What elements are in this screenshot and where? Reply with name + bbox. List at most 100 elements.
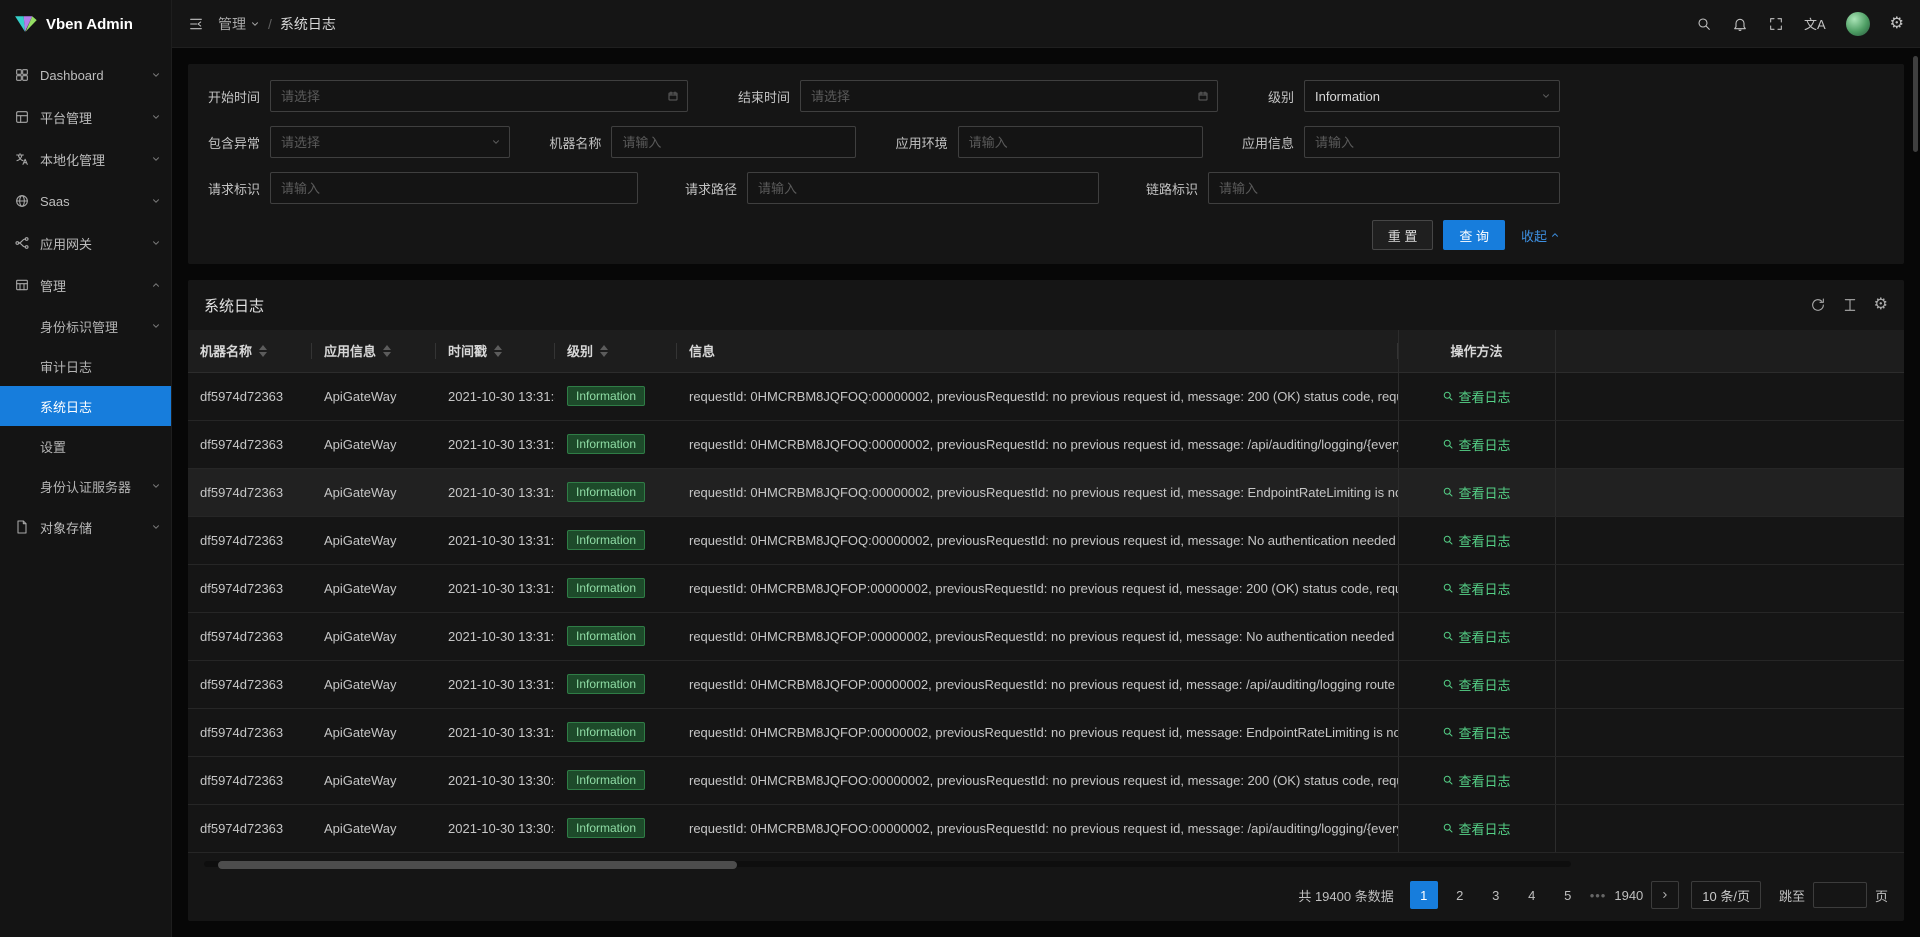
pagination-ellipsis[interactable]: ••• — [1590, 888, 1607, 903]
view-log-link[interactable]: 查看日志 — [1442, 435, 1510, 454]
next-page-button[interactable] — [1651, 881, 1679, 909]
sidebar-item-system-logs[interactable]: 系统日志 — [0, 386, 171, 426]
page-3[interactable]: 3 — [1482, 881, 1510, 909]
end-time-input[interactable] — [801, 89, 1217, 104]
cell-timestamp: 2021-10-30 13:31:36 — [436, 612, 555, 660]
level-tag: Information — [567, 386, 645, 406]
field-label: 链路标识 — [1146, 179, 1198, 198]
view-log-link[interactable]: 查看日志 — [1442, 579, 1510, 598]
cell-actions: 查看日志 — [1398, 420, 1555, 468]
sidebar-menu: Dashboard 平台管理 本地化管理 — [0, 48, 171, 548]
view-log-link[interactable]: 查看日志 — [1442, 819, 1510, 838]
cell-timestamp: 2021-10-30 13:31:36 — [436, 708, 555, 756]
cell-timestamp: 2021-10-30 13:31:38 — [436, 468, 555, 516]
view-log-link[interactable]: 查看日志 — [1442, 531, 1510, 550]
cell-message: requestId: 0HMCRBM8JQFOO:00000002, previ… — [677, 756, 1398, 804]
cell-level: Information — [555, 756, 677, 804]
breadcrumb: 管理 / 系统日志 — [218, 14, 336, 34]
sidebar-item-platform[interactable]: 平台管理 — [0, 96, 171, 138]
chevron-down-icon — [151, 481, 161, 491]
gear-icon[interactable]: ⚙ — [1890, 16, 1904, 32]
include-exception-select[interactable] — [271, 135, 509, 150]
cell-timestamp: 2021-10-30 13:31:38 — [436, 372, 555, 420]
app-info-input[interactable] — [1305, 135, 1559, 150]
chevron-down-icon — [151, 70, 161, 80]
page-1[interactable]: 1 — [1410, 881, 1438, 909]
search-button[interactable]: 查 询 — [1443, 220, 1505, 250]
table-filler-cell — [1555, 612, 1904, 660]
page-4[interactable]: 4 — [1518, 881, 1546, 909]
language-icon[interactable]: 文A — [1804, 14, 1826, 33]
breadcrumb-management[interactable]: 管理 — [218, 14, 260, 34]
chevron-down-icon — [151, 522, 161, 532]
notification-bell-icon[interactable] — [1732, 16, 1748, 32]
trace-id-input[interactable] — [1209, 181, 1559, 196]
magnifier-icon — [1442, 630, 1454, 642]
horizontal-scrollbar-thumb[interactable] — [218, 861, 737, 869]
start-time-input[interactable] — [271, 89, 687, 104]
view-log-link[interactable]: 查看日志 — [1442, 675, 1510, 694]
sidebar-item-settings[interactable]: 设置 — [0, 426, 171, 466]
sidebar-item-object-storage[interactable]: 对象存储 — [0, 506, 171, 548]
collapse-toggle[interactable]: 收起 — [1521, 226, 1560, 245]
fullscreen-icon[interactable] — [1768, 16, 1784, 32]
cell-actions: 查看日志 — [1398, 708, 1555, 756]
sidebar-item-saas[interactable]: Saas — [0, 180, 171, 222]
request-id-input[interactable] — [271, 181, 637, 196]
column-header-timestamp[interactable]: 时间戳 — [436, 330, 555, 372]
page-1940[interactable]: 1940 — [1614, 881, 1643, 909]
pagination: 共 19400 条数据 1 2 3 4 5 ••• 1940 10 条/页 跳至 — [188, 867, 1904, 913]
sidebar-item-localization[interactable]: 本地化管理 — [0, 138, 171, 180]
cell-actions: 查看日志 — [1398, 468, 1555, 516]
cell-message: requestId: 0HMCRBM8JQFOO:00000002, previ… — [677, 804, 1398, 852]
sidebar-collapse-icon[interactable] — [188, 16, 204, 32]
view-log-link[interactable]: 查看日志 — [1442, 771, 1510, 790]
table-row: df5974d72363 ApiGateWay 2021-10-30 13:31… — [188, 420, 1904, 468]
level-tag: Information — [567, 818, 645, 838]
cell-actions: 查看日志 — [1398, 516, 1555, 564]
page-5[interactable]: 5 — [1554, 881, 1582, 909]
sidebar-item-identity-server[interactable]: 身份认证服务器 — [0, 466, 171, 506]
column-header-app[interactable]: 应用信息 — [312, 330, 436, 372]
cell-timestamp: 2021-10-30 13:31:36 — [436, 660, 555, 708]
field-label: 机器名称 — [549, 133, 601, 152]
page-size-select[interactable]: 10 条/页 — [1691, 881, 1761, 909]
view-log-link[interactable]: 查看日志 — [1442, 627, 1510, 646]
request-path-input[interactable] — [748, 181, 1098, 196]
view-log-link[interactable]: 查看日志 — [1442, 387, 1510, 406]
logs-table: 机器名称 应用信息 时间戳 级别 信息 操作方法 df5974d72363 A — [188, 330, 1904, 853]
row-height-icon[interactable] — [1842, 297, 1858, 313]
sidebar-item-identity-management[interactable]: 身份标识管理 — [0, 306, 171, 346]
sidebar-item-audit-logs[interactable]: 审计日志 — [0, 346, 171, 386]
field-label: 应用信息 — [1242, 133, 1294, 152]
sidebar-item-gateway[interactable]: 应用网关 — [0, 222, 171, 264]
page-scrollbar-thumb[interactable] — [1913, 56, 1918, 152]
chevron-up-icon — [151, 280, 161, 290]
view-log-link[interactable]: 查看日志 — [1442, 483, 1510, 502]
avatar[interactable] — [1846, 12, 1870, 36]
view-log-link[interactable]: 查看日志 — [1442, 723, 1510, 742]
sidebar-item-management[interactable]: 管理 — [0, 264, 171, 306]
sidebar-item-label: 身份认证服务器 — [40, 477, 151, 496]
table-filler-cell — [1555, 372, 1904, 420]
sidebar-item-dashboard[interactable]: Dashboard — [0, 54, 171, 96]
sidebar: Vben Admin Dashboard 平台管理 — [0, 0, 172, 937]
sort-icons — [494, 345, 502, 357]
refresh-icon[interactable] — [1810, 297, 1826, 313]
machine-name-input[interactable] — [612, 135, 855, 150]
page-2[interactable]: 2 — [1446, 881, 1474, 909]
jump-page-input[interactable] — [1813, 882, 1867, 908]
sidebar-item-label: 系统日志 — [40, 397, 161, 416]
column-header-machine[interactable]: 机器名称 — [188, 330, 312, 372]
column-settings-icon[interactable]: ⚙ — [1874, 297, 1888, 313]
collapse-label: 收起 — [1521, 226, 1547, 245]
table-row: df5974d72363 ApiGateWay 2021-10-30 13:31… — [188, 516, 1904, 564]
logo[interactable]: Vben Admin — [0, 0, 171, 48]
reset-button[interactable]: 重 置 — [1372, 220, 1434, 250]
level-select[interactable] — [1305, 89, 1559, 104]
horizontal-scrollbar[interactable] — [204, 861, 1571, 868]
cell-app: ApiGateWay — [312, 420, 436, 468]
app-env-input[interactable] — [959, 135, 1202, 150]
column-header-level[interactable]: 级别 — [555, 330, 677, 372]
search-icon[interactable] — [1696, 16, 1712, 32]
